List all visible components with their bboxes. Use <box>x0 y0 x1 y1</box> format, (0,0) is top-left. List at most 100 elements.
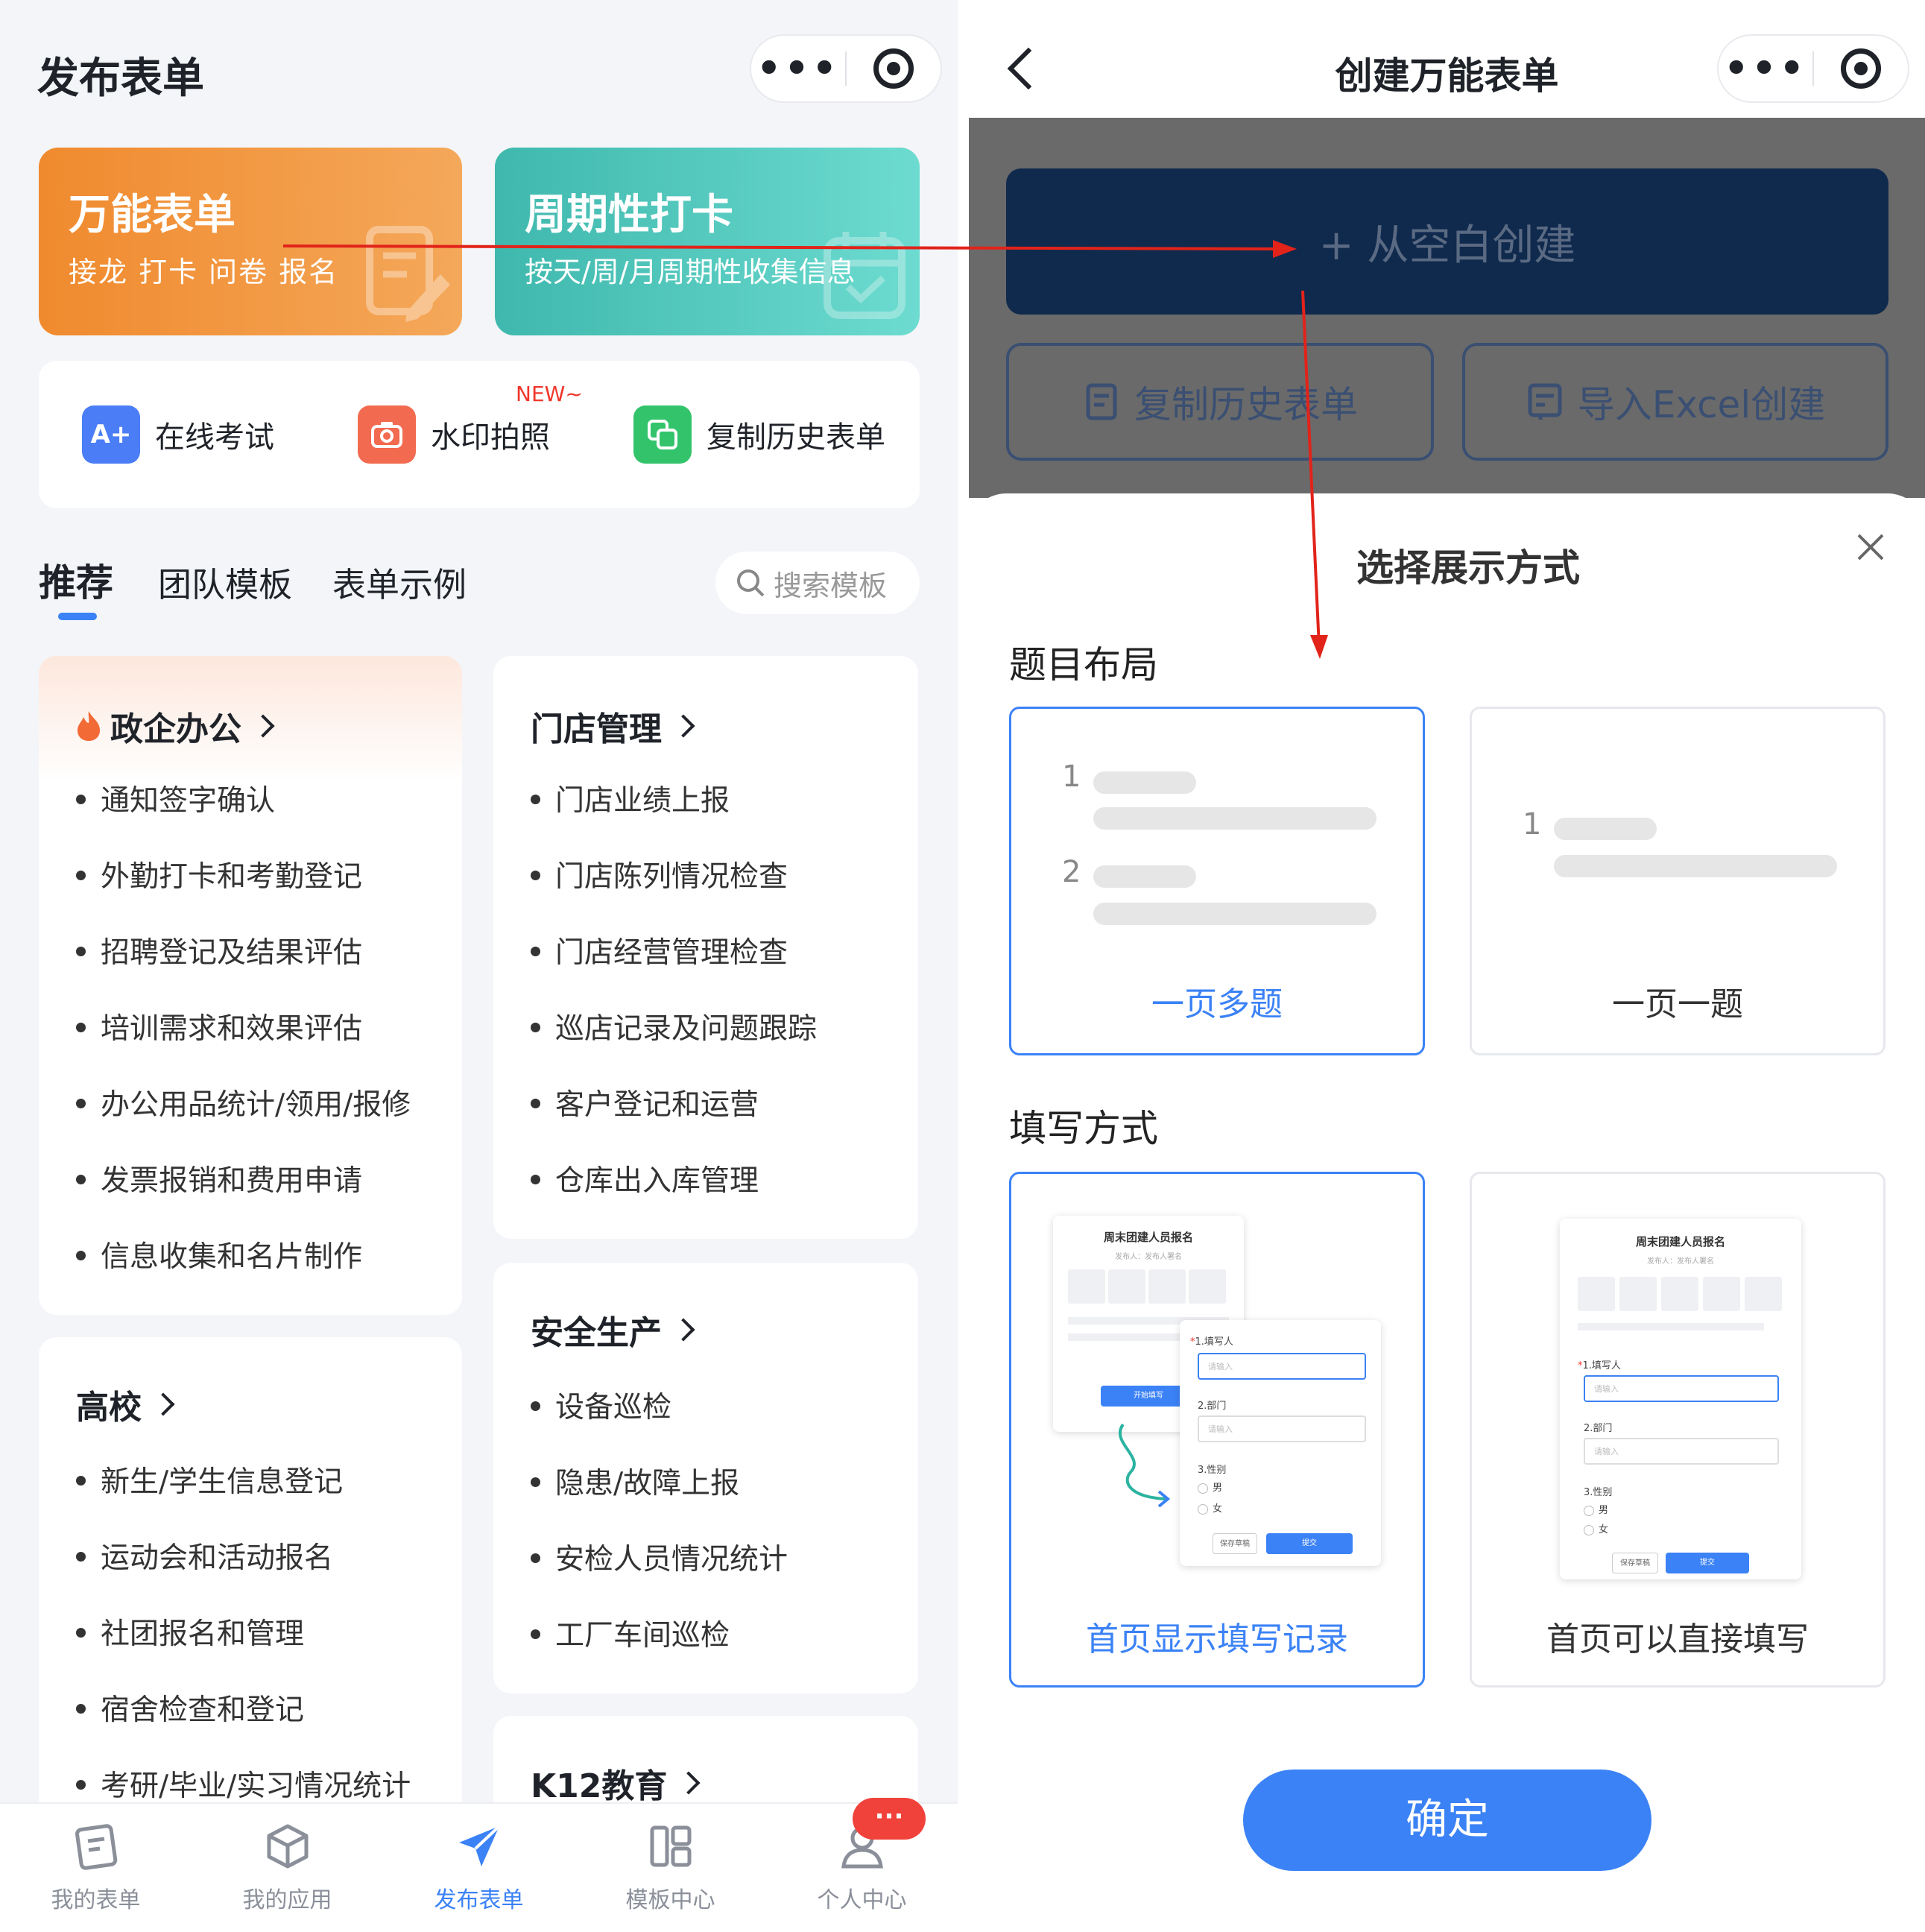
category-header[interactable]: 安全生产 <box>531 1306 695 1354</box>
calendar-icon <box>824 232 905 319</box>
category-items: 设备巡检 隐患/故障上报 安检人员情况统计 工厂车间巡检 <box>531 1370 788 1674</box>
copy-history-button[interactable]: 复制历史表单 <box>1006 343 1434 461</box>
dimmed-background: + 从空白创建 复制历史表单 导入Excel创建 <box>969 118 1925 498</box>
close-icon[interactable] <box>1856 532 1886 562</box>
search-icon <box>737 569 765 597</box>
bottom-nav: 我的表单 我的应用 发布表单 模板中心 个人中心 ··· <box>0 1798 958 1932</box>
message-badge: ··· <box>853 1798 926 1840</box>
option-label: 一页一题 <box>1612 985 1743 1023</box>
create-blank-button[interactable]: + 从空白创建 <box>1006 168 1888 315</box>
create-form-screen: 创建万能表单 ••• + 从空白创建 复制历史表单 导入Excel创建 选择展示… <box>969 0 1925 1932</box>
chevron-right-icon <box>151 1392 175 1416</box>
list-item[interactable]: 工厂车间巡检 <box>531 1598 788 1674</box>
list-item[interactable]: 客户登记和运营 <box>531 1067 817 1143</box>
quick-actions: A+ 在线考试 水印拍照 NEW~ 复制历史表单 <box>39 361 920 508</box>
search-input[interactable]: 搜索模板 <box>715 552 920 614</box>
fill-section-title: 填写方式 <box>1009 1107 1158 1150</box>
template-tabs: 推荐 团队模板 表单示例 搜索模板 <box>39 552 920 626</box>
nav-personal-center[interactable]: 个人中心 ··· <box>766 1798 958 1932</box>
list-item[interactable]: 新生/学生信息登记 <box>76 1445 411 1521</box>
chevron-right-icon <box>251 714 275 738</box>
page-title: 发布表单 <box>37 54 204 103</box>
category-header[interactable]: 高校 <box>76 1380 175 1428</box>
nav-template-center[interactable]: 模板中心 <box>575 1804 766 1932</box>
sheet-title: 选择展示方式 <box>1356 546 1580 590</box>
quick-label: 复制历史表单 <box>707 420 885 455</box>
layout-section-title: 题目布局 <box>1009 643 1158 686</box>
tab-recommend[interactable]: 推荐 <box>39 553 113 607</box>
periodic-checkin-card[interactable]: 周期性打卡 按天/周/月周期性收集信息 <box>495 148 920 335</box>
confirm-button[interactable]: 确定 <box>1243 1770 1651 1871</box>
category-items: 门店业绩上报 门店陈列情况检查 门店经营管理检查 巡店记录及问题跟踪 客户登记和… <box>531 763 817 1219</box>
list-item[interactable]: 隐患/故障上报 <box>531 1446 788 1522</box>
list-item[interactable]: 门店业绩上报 <box>531 763 817 839</box>
list-item[interactable]: 宿舍检查和登记 <box>76 1673 411 1749</box>
tab-form-examples[interactable]: 表单示例 <box>332 558 467 606</box>
close-program-icon[interactable] <box>1814 48 1908 89</box>
category-items: 通知签字确认 外勤打卡和考勤登记 招聘登记及结果评估 培训需求和效果评估 办公用… <box>76 763 411 1295</box>
send-icon <box>458 1825 500 1866</box>
nav-publish-form[interactable]: 发布表单 <box>383 1804 575 1932</box>
category-safety-production: 安全生产 设备巡检 隐患/故障上报 安检人员情况统计 工厂车间巡检 <box>493 1263 918 1693</box>
import-excel-button[interactable]: 导入Excel创建 <box>1462 343 1888 461</box>
more-icon[interactable]: ••• <box>1719 49 1812 88</box>
list-item[interactable]: 培训需求和效果评估 <box>76 991 411 1067</box>
category-college: 高校 新生/学生信息登记 运动会和活动报名 社团报名和管理 宿舍检查和登记 考研… <box>39 1337 462 1859</box>
chevron-right-icon <box>671 714 695 738</box>
exam-icon: A+ <box>82 405 140 464</box>
fire-icon <box>78 711 100 741</box>
list-item[interactable]: 仓库出入库管理 <box>531 1143 817 1219</box>
category-header[interactable]: 政企办公 <box>76 702 275 750</box>
fill-direct-on-home[interactable]: 周末团建人员报名 发布人：发布人署名 *1.填写人 请输入 2.部门 请输入 3… <box>1470 1172 1886 1688</box>
close-program-icon[interactable] <box>847 48 941 89</box>
list-item[interactable]: 外勤打卡和考勤登记 <box>76 839 411 915</box>
chevron-right-icon <box>677 1771 701 1795</box>
chevron-right-icon <box>671 1318 695 1342</box>
list-item[interactable]: 运动会和活动报名 <box>76 1521 411 1597</box>
search-placeholder: 搜索模板 <box>774 569 888 602</box>
list-item[interactable]: 信息收集和名片制作 <box>76 1219 411 1295</box>
quick-watermark-photo[interactable]: 水印拍照 NEW~ <box>358 382 583 467</box>
list-item[interactable]: 门店经营管理检查 <box>531 915 817 991</box>
display-mode-sheet: 选择展示方式 题目布局 1 2 一页多题 1 一页一题 填写方式 周末团建人员报… <box>969 493 1925 1932</box>
list-item[interactable]: 安检人员情况统计 <box>531 1522 788 1598</box>
category-items: 新生/学生信息登记 运动会和活动报名 社团报名和管理 宿舍检查和登记 考研/毕业… <box>76 1445 411 1825</box>
quick-label: 水印拍照 <box>431 420 550 455</box>
list-item[interactable]: 招聘登记及结果评估 <box>76 915 411 991</box>
new-badge: NEW~ <box>516 382 583 406</box>
option-label: 一页多题 <box>1151 985 1283 1023</box>
layout-multi-per-page[interactable]: 1 2 一页多题 <box>1009 707 1425 1055</box>
list-item[interactable]: 发票报销和费用申请 <box>76 1143 411 1219</box>
list-item[interactable]: 社团报名和管理 <box>76 1597 411 1673</box>
copy-icon <box>633 405 692 464</box>
fill-show-records[interactable]: 周末团建人员报名 发布人：发布人署名 开始填写 *1.填写人 请输入 2.部门 … <box>1009 1172 1425 1688</box>
list-item[interactable]: 通知签字确认 <box>76 763 411 839</box>
quick-label: 在线考试 <box>155 420 274 455</box>
category-header[interactable]: 门店管理 <box>531 702 695 750</box>
list-item[interactable]: 巡店记录及问题跟踪 <box>531 991 817 1067</box>
tab-team-templates[interactable]: 团队模板 <box>158 558 292 606</box>
template-icon <box>650 1825 691 1867</box>
layout-one-per-page[interactable]: 1 一页一题 <box>1470 707 1886 1055</box>
document-icon <box>1086 383 1117 420</box>
form-edit-icon <box>366 226 450 322</box>
mini-program-capsule: ••• <box>750 34 942 103</box>
list-item[interactable]: 门店陈列情况检查 <box>531 839 817 915</box>
mini-program-capsule: ••• <box>1717 34 1909 103</box>
list-item[interactable]: 设备巡检 <box>531 1370 788 1446</box>
category-header[interactable]: K12教育 <box>531 1759 701 1807</box>
preview-direct-card: 周末团建人员报名 发布人：发布人署名 *1.填写人 请输入 2.部门 请输入 3… <box>1560 1219 1801 1579</box>
option-label: 首页显示填写记录 <box>1086 1620 1348 1658</box>
curved-arrow-icon <box>1118 1423 1171 1508</box>
category-store-management: 门店管理 门店业绩上报 门店陈列情况检查 门店经营管理检查 巡店记录及问题跟踪 … <box>493 656 918 1239</box>
list-item[interactable]: 办公用品统计/领用/报修 <box>76 1067 411 1143</box>
form-icon <box>75 1824 117 1870</box>
universal-form-card[interactable]: 万能表单 接龙 打卡 问卷 报名 <box>39 148 462 335</box>
import-icon <box>1528 383 1562 420</box>
camera-icon <box>358 405 416 464</box>
nav-my-forms[interactable]: 我的表单 <box>0 1804 192 1932</box>
nav-my-apps[interactable]: 我的应用 <box>192 1804 383 1932</box>
more-icon[interactable]: ••• <box>751 49 845 88</box>
quick-online-exam[interactable]: A+ 在线考试 <box>82 402 274 467</box>
quick-copy-history[interactable]: 复制历史表单 <box>633 402 885 467</box>
